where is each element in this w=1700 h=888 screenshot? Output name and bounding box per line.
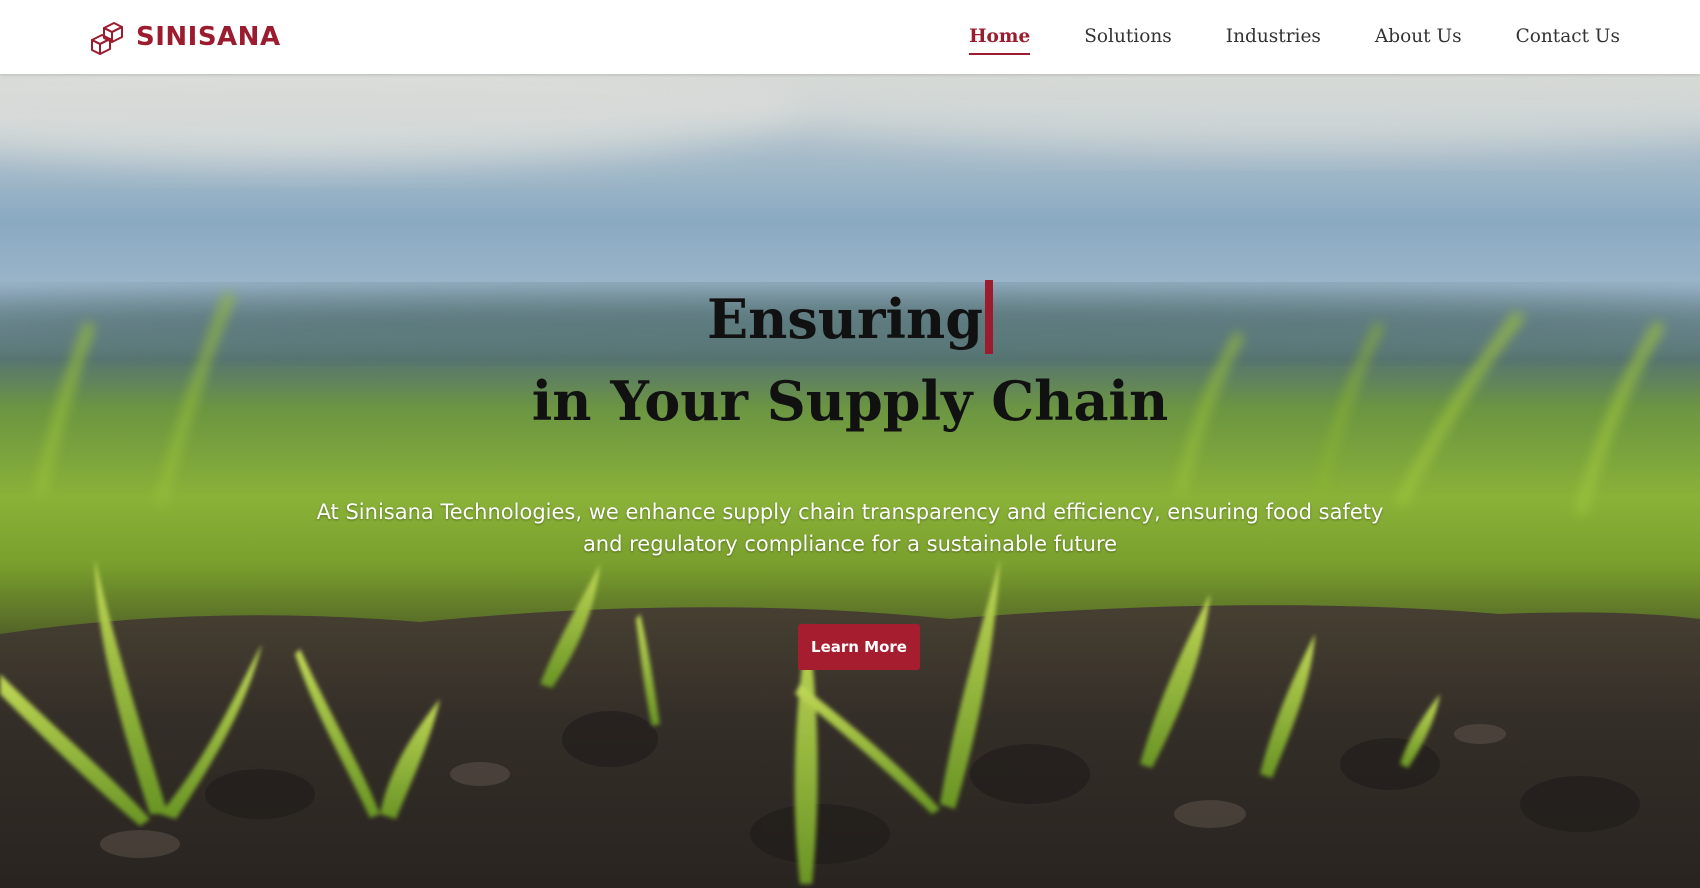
nav-item-contact-us[interactable]: Contact Us <box>1516 20 1620 55</box>
brand-name: SINISANA <box>136 22 281 52</box>
hero-background-image <box>0 74 1700 888</box>
top-navbar: SINISANA Home Solutions Industries About… <box>0 0 1700 74</box>
nav-item-solutions[interactable]: Solutions <box>1084 20 1172 55</box>
learn-more-button[interactable]: Learn More <box>798 624 920 670</box>
nav-item-about-us[interactable]: About Us <box>1375 20 1462 55</box>
main-nav: Home Solutions Industries About Us Conta… <box>969 0 1620 74</box>
hero-headline-line2: in Your Supply Chain <box>531 369 1169 433</box>
cube-logo-icon <box>91 22 123 55</box>
hero-section: Ensuring in Your Supply Chain At Sinisan… <box>0 74 1700 888</box>
brand-logo[interactable]: SINISANA <box>86 18 281 56</box>
typing-cursor <box>985 280 994 354</box>
nav-item-industries[interactable]: Industries <box>1226 20 1321 55</box>
hero-subtitle: At Sinisana Technologies, we enhance sup… <box>316 500 1384 556</box>
hero-headline-line1: Ensuring <box>0 280 1700 354</box>
hero-headline-typed-word: Ensuring <box>706 287 984 351</box>
nav-item-home[interactable]: Home <box>969 20 1031 55</box>
